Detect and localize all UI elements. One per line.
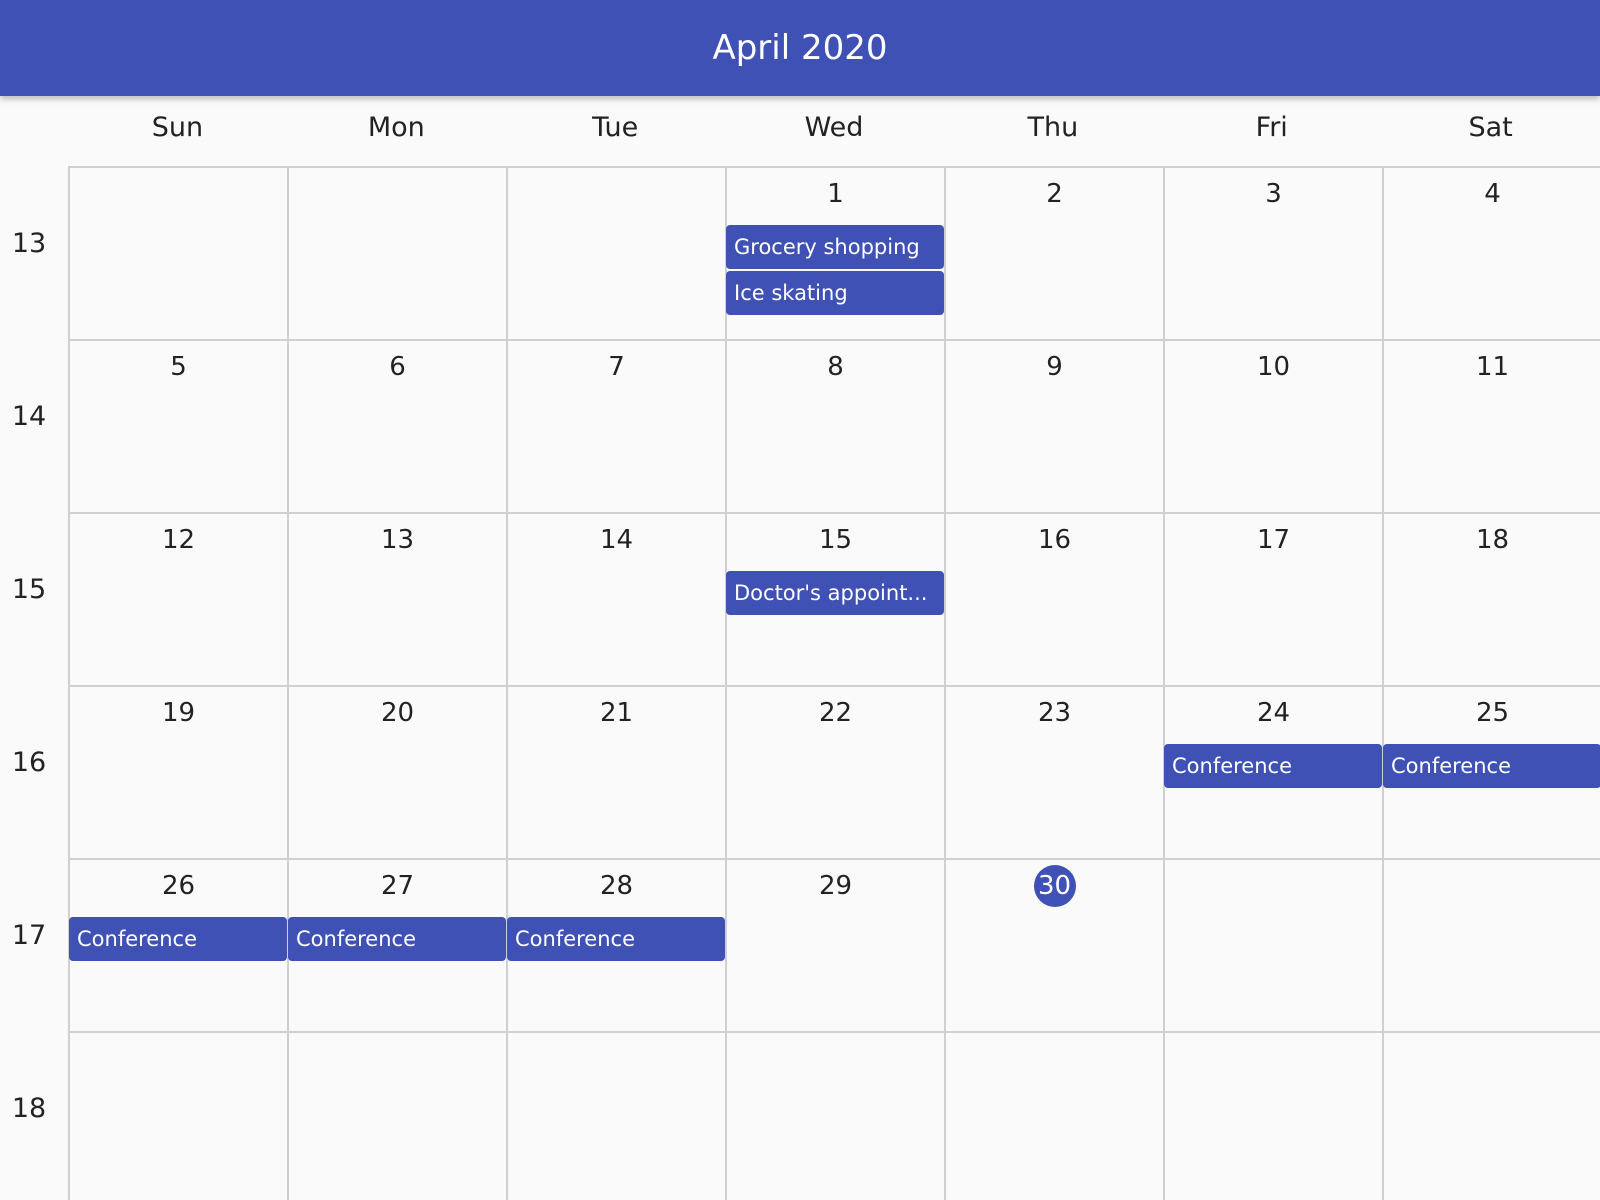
day-number: 9	[1046, 352, 1063, 382]
day-cell[interactable]	[287, 1031, 506, 1200]
day-cell[interactable]	[1382, 1031, 1600, 1200]
day-cell[interactable]: 4	[1382, 166, 1600, 339]
day-cell[interactable]: 29	[725, 858, 944, 1031]
day-cell[interactable]: 10	[1163, 339, 1382, 512]
day-number: 18	[1475, 525, 1510, 555]
day-cell[interactable]: 16	[944, 512, 1163, 685]
day-number: 23	[1037, 698, 1072, 728]
week-number: 15	[11, 574, 47, 605]
day-number: 14	[599, 525, 634, 555]
day-cell[interactable]: 18	[1382, 512, 1600, 685]
day-cell[interactable]	[68, 1031, 287, 1200]
day-number: 24	[1256, 698, 1291, 728]
day-number: 8	[827, 352, 844, 382]
day-number: 4	[1484, 179, 1501, 209]
week-number: 17	[11, 920, 47, 951]
day-number: 13	[380, 525, 415, 555]
month-title: April 2020	[712, 28, 888, 68]
day-number: 25	[1475, 698, 1510, 728]
day-cell[interactable]: 22	[725, 685, 944, 858]
weekday-sat: Sat	[1468, 112, 1513, 143]
calendar-header: April 2020	[0, 0, 1600, 96]
day-cell[interactable]: 19	[68, 685, 287, 858]
day-number: 17	[1256, 525, 1291, 555]
day-cell[interactable]: 30	[944, 858, 1163, 1031]
day-cell[interactable]: 21	[506, 685, 725, 858]
day-number: 2	[1046, 179, 1063, 209]
day-number: 16	[1037, 525, 1072, 555]
day-cell[interactable]: 2	[944, 166, 1163, 339]
day-cell[interactable]: 9	[944, 339, 1163, 512]
day-cell[interactable]	[944, 1031, 1163, 1200]
day-cell[interactable]	[1163, 1031, 1382, 1200]
day-number-wrapper: 30	[946, 865, 1163, 907]
day-number: 7	[608, 352, 625, 382]
day-cell[interactable]	[506, 1031, 725, 1200]
weekday-mon: Mon	[367, 112, 425, 143]
day-cell[interactable]: 3	[1163, 166, 1382, 339]
day-cell[interactable]	[506, 166, 725, 339]
day-number: 27	[380, 871, 415, 901]
week-number: 16	[11, 747, 47, 778]
day-number: 22	[818, 698, 853, 728]
day-number: 29	[818, 871, 853, 901]
day-cell[interactable]: 8	[725, 339, 944, 512]
event-chip[interactable]: Conference	[1164, 744, 1382, 788]
day-number: 20	[380, 698, 415, 728]
day-cell[interactable]	[287, 166, 506, 339]
week-number: 13	[11, 228, 47, 259]
day-number: 26	[161, 871, 196, 901]
day-cell[interactable]	[725, 1031, 944, 1200]
day-cell[interactable]: 14	[506, 512, 725, 685]
day-cell[interactable]	[1163, 858, 1382, 1031]
day-number: 10	[1256, 352, 1291, 382]
day-cell[interactable]: 6	[287, 339, 506, 512]
day-cell[interactable]	[1382, 858, 1600, 1031]
week-number: 18	[11, 1093, 47, 1124]
day-cell[interactable]: 20	[287, 685, 506, 858]
day-cell[interactable]: 23	[944, 685, 1163, 858]
weekday-sun: Sun	[151, 112, 204, 143]
week-number: 14	[11, 401, 47, 432]
today-day-number: 30	[1033, 865, 1076, 907]
day-number: 1	[827, 179, 844, 209]
day-cell[interactable]	[68, 166, 287, 339]
day-cell[interactable]: 17	[1163, 512, 1382, 685]
day-number: 15	[818, 525, 853, 555]
event-chip[interactable]: Conference	[69, 917, 287, 961]
day-number: 21	[599, 698, 634, 728]
day-cell[interactable]: 12	[68, 512, 287, 685]
weekday-fri: Fri	[1255, 112, 1288, 143]
day-number: 5	[170, 352, 187, 382]
day-number: 6	[389, 352, 406, 382]
day-cell[interactable]: 7	[506, 339, 725, 512]
weekday-thu: Thu	[1027, 112, 1079, 143]
day-number: 28	[599, 871, 634, 901]
day-number: 11	[1475, 352, 1510, 382]
day-cell[interactable]: 13	[287, 512, 506, 685]
event-chip[interactable]: Conference	[507, 917, 725, 961]
event-chip[interactable]: Conference	[288, 917, 506, 961]
day-number: 12	[161, 525, 196, 555]
day-cell[interactable]: 11	[1382, 339, 1600, 512]
event-chip[interactable]: Conference	[1383, 744, 1600, 788]
day-number: 3	[1265, 179, 1282, 209]
month-grid: 1 2 3 4 5 6 7 8 9 10 11 12 13 14 15 16 17 18 19 20 21 22 23 24 2…	[68, 166, 1600, 1200]
event-chip[interactable]: Ice skating	[726, 271, 944, 315]
weekday-wed: Wed	[804, 112, 864, 143]
day-number: 19	[161, 698, 196, 728]
day-cell[interactable]: 5	[68, 339, 287, 512]
event-chip[interactable]: Doctor's appoint...	[726, 571, 944, 615]
event-chip[interactable]: Grocery shopping	[726, 225, 944, 269]
weekday-header-row: Sun Mon Tue Wed Thu Fri Sat	[68, 96, 1600, 166]
weekday-tue: Tue	[592, 112, 639, 143]
